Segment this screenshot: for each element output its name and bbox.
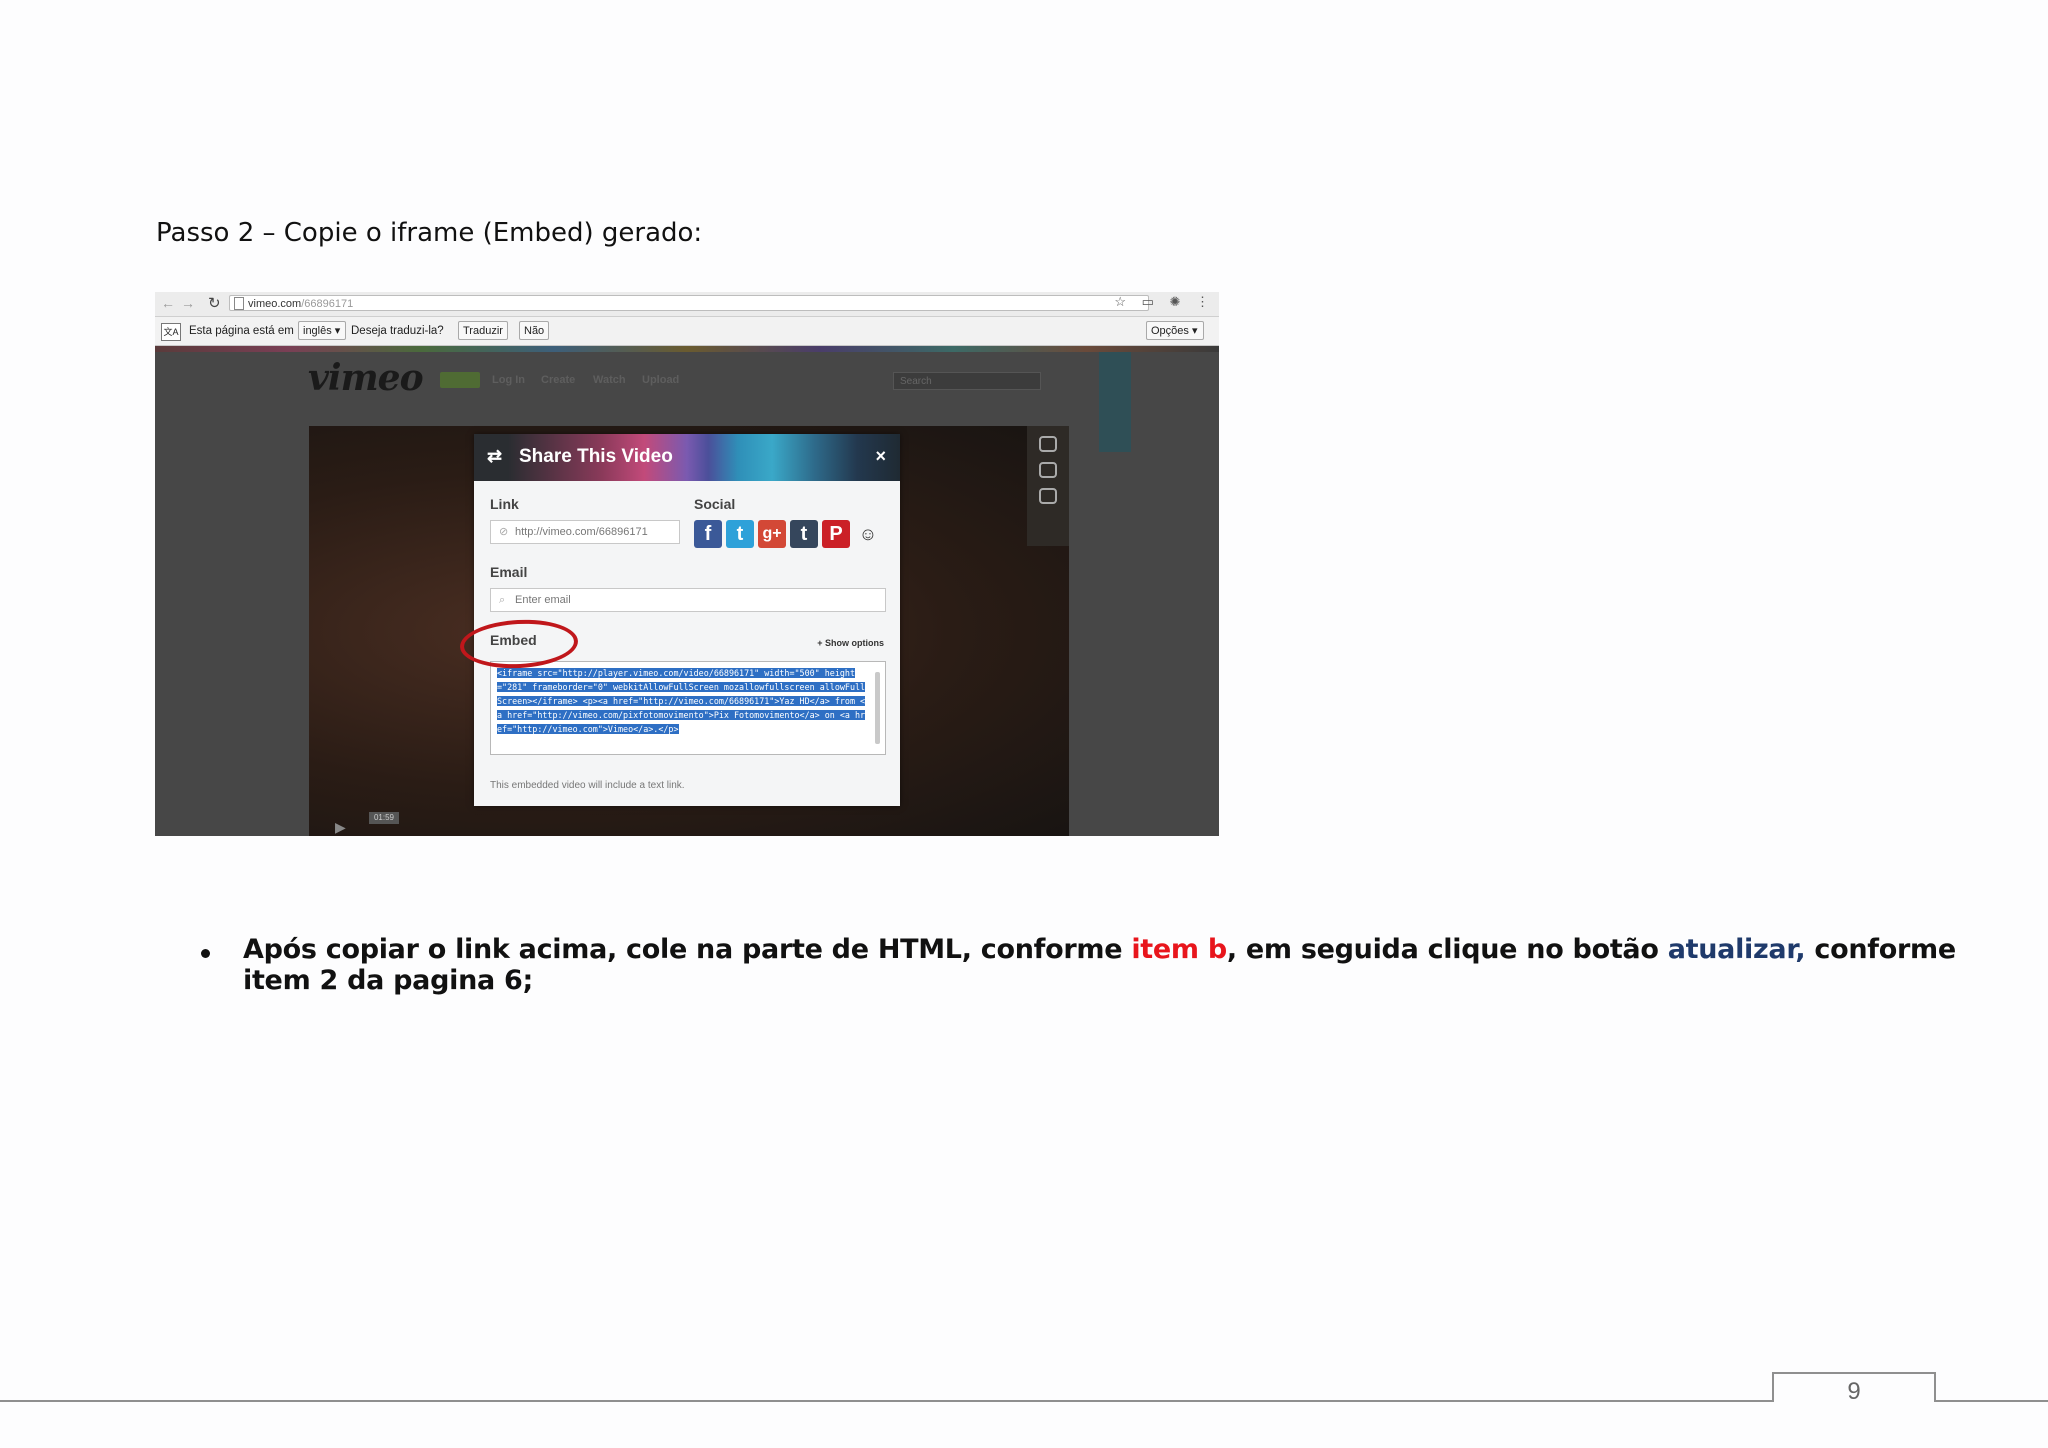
link-label: Link — [490, 496, 519, 512]
translate-icon: 文A — [161, 323, 181, 341]
nav-upload[interactable]: Upload — [642, 374, 679, 386]
no-button[interactable]: Não — [519, 321, 550, 340]
share-arrows-icon: ⇄ — [487, 446, 503, 466]
nav-create[interactable]: Create — [541, 374, 575, 386]
forward-icon[interactable]: → — [181, 295, 195, 311]
pinterest-icon[interactable]: P — [822, 520, 850, 548]
embed-code-box[interactable]: <iframe src="http://player.vimeo.com/vid… — [490, 661, 886, 755]
step-heading: Passo 2 – Copie o iframe (Embed) gerado: — [156, 218, 703, 248]
join-button[interactable] — [440, 372, 480, 388]
embed-code-selected: <iframe src="http://player.vimeo.com/vid… — [497, 668, 866, 734]
page-icon — [234, 297, 244, 310]
nav-login[interactable]: Log In — [492, 374, 525, 386]
tumblr-icon[interactable]: t — [790, 520, 818, 548]
translate-bar: 文A Esta página está em inglês ▾ Deseja t… — [155, 317, 1219, 346]
email-field[interactable]: ⌕ Enter email — [490, 588, 886, 612]
translate-button[interactable]: Traduzir — [458, 321, 508, 340]
embed-scrollbar[interactable] — [875, 672, 880, 744]
color-stripe — [155, 346, 1219, 352]
instruction-paragraph: Após copiar o link acima, cole na parte … — [243, 934, 1956, 996]
facebook-icon[interactable]: f — [694, 520, 722, 548]
modal-title: Share This Video — [519, 446, 673, 467]
play-icon[interactable]: ▶ — [335, 819, 346, 836]
video-actions — [1027, 426, 1069, 546]
google-plus-icon[interactable]: g+ — [758, 520, 786, 548]
reddit-icon[interactable]: ☺ — [854, 520, 882, 548]
back-icon[interactable]: ← — [161, 295, 175, 311]
social-label: Social — [694, 496, 736, 512]
email-label: Email — [490, 564, 528, 580]
vimeo-screenshot: ← → ↻ vimeo.com/66896171 ☆ ▭ ✺ ⋮ 文A Esta… — [155, 292, 1219, 836]
twitter-icon[interactable]: t — [726, 520, 754, 548]
show-options-link[interactable]: + Show options — [817, 638, 884, 648]
share-icon[interactable] — [1039, 488, 1057, 504]
embed-note: This embedded video will include a text … — [490, 780, 685, 791]
vimeo-search[interactable]: Search — [893, 372, 1041, 390]
like-icon[interactable] — [1039, 436, 1057, 452]
side-tab[interactable] — [1099, 352, 1131, 452]
vimeo-logo: vimeo — [308, 357, 424, 399]
language-select[interactable]: inglês ▾ — [298, 321, 346, 340]
modal-header: ⇄ Share This Video × — [474, 434, 900, 481]
url-field[interactable]: vimeo.com/66896171 — [229, 295, 1149, 311]
page-number: 9 — [1847, 1378, 1861, 1405]
link-field[interactable]: ⊘ http://vimeo.com/66896171 — [490, 520, 680, 544]
atualizar-highlight: atualizar, — [1667, 934, 1806, 965]
toolbar-icons[interactable]: ☆ ▭ ✺ ⋮ — [1114, 294, 1215, 310]
later-icon[interactable] — [1039, 462, 1057, 478]
timecode: 01:59 — [369, 812, 399, 824]
nav-watch[interactable]: Watch — [593, 374, 626, 386]
search-icon: ⌕ — [499, 594, 506, 606]
close-icon[interactable]: × — [875, 446, 886, 467]
item-b-highlight: item b — [1131, 934, 1227, 965]
reload-icon[interactable]: ↻ — [208, 294, 221, 312]
options-button[interactable]: Opções ▾ — [1146, 321, 1204, 340]
link-icon: ⊘ — [499, 526, 509, 538]
browser-address-bar: ← → ↻ vimeo.com/66896171 ☆ ▭ ✺ ⋮ — [155, 292, 1219, 317]
footer-rule — [0, 1400, 2048, 1402]
